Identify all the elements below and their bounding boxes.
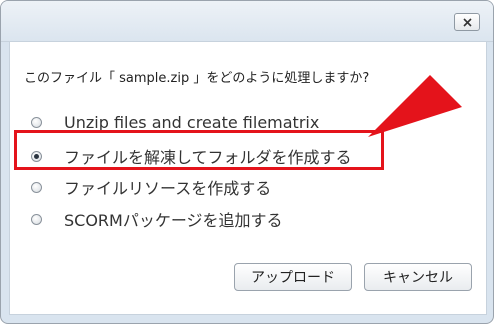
option-label: ファイルリソースを作成する [64, 179, 272, 198]
radio-button-checked[interactable] [31, 150, 42, 162]
option-scorm-package[interactable]: SCORMパッケージを追加する [31, 207, 283, 231]
upload-button[interactable]: アップロード [234, 263, 352, 291]
option-label: ファイルを解凍してフォルダを作成する [64, 148, 352, 167]
question-text: このファイル「 sample.zip 」をどのように処理しますか? [24, 71, 370, 86]
radio-button[interactable] [31, 181, 42, 193]
close-button[interactable] [454, 13, 480, 31]
option-label: Unzip files and create filematrix [64, 112, 320, 132]
cancel-button[interactable]: キャンセル [364, 263, 472, 291]
radio-button[interactable] [31, 116, 42, 128]
dialog-titlebar [1, 1, 493, 42]
radio-button[interactable] [31, 213, 42, 225]
option-unzip-filematrix[interactable]: Unzip files and create filematrix [31, 110, 319, 134]
close-icon [462, 18, 472, 27]
option-unzip-folder[interactable]: ファイルを解凍してフォルダを作成する [31, 144, 352, 168]
option-label: SCORMパッケージを追加する [64, 211, 283, 230]
option-file-resource[interactable]: ファイルリソースを作成する [31, 175, 271, 199]
